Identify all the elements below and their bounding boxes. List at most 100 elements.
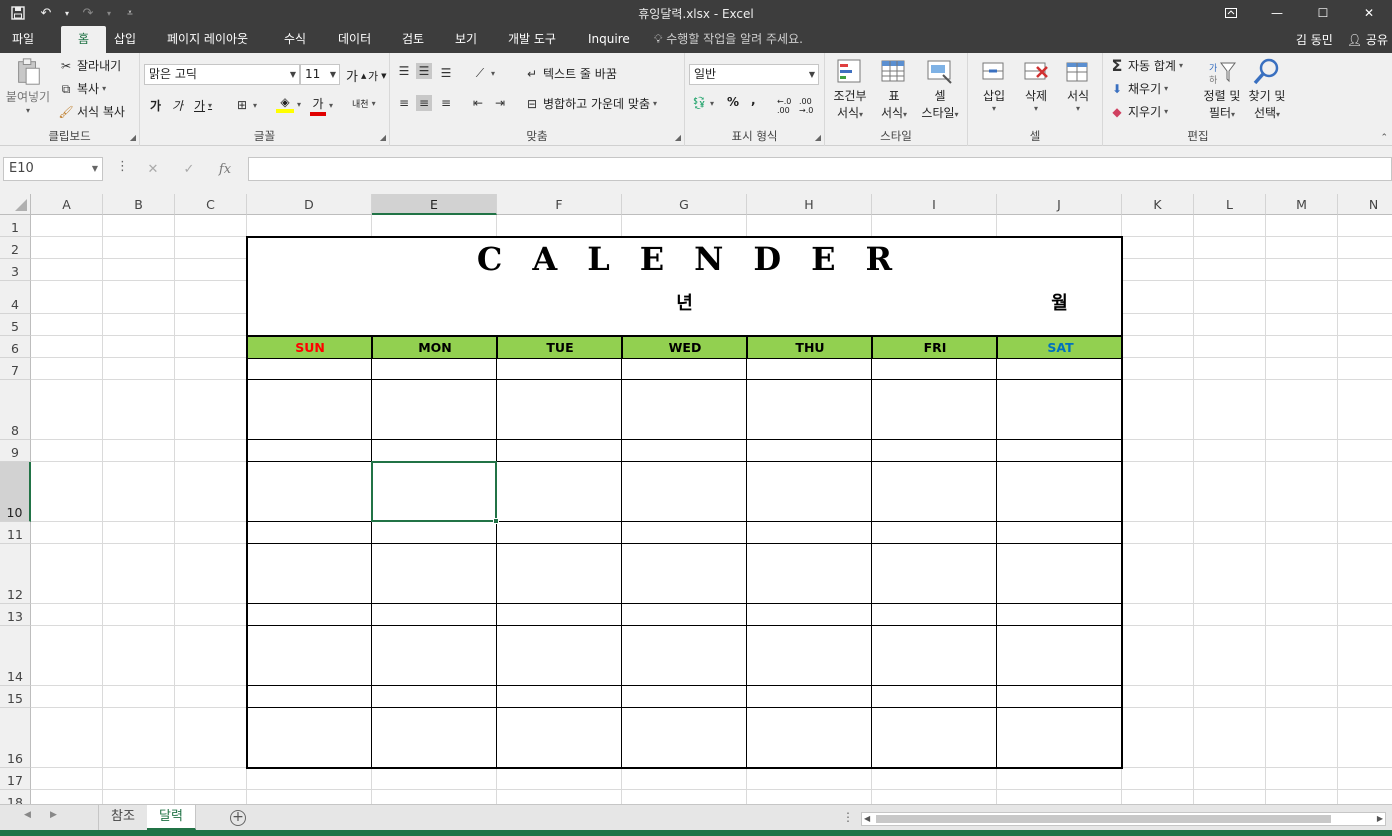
column-header[interactable]: B	[103, 194, 175, 215]
name-box[interactable]: E10 ▼	[3, 157, 103, 181]
column-header[interactable]: D	[247, 194, 372, 215]
fill-color-button[interactable]: ◈ ▾	[276, 95, 301, 113]
column-header[interactable]: N	[1338, 194, 1392, 215]
insert-function-icon[interactable]: fx	[207, 162, 243, 177]
grow-font-button[interactable]: 가 ▲	[346, 66, 366, 85]
tab-inquire[interactable]: Inquire	[580, 26, 638, 53]
percent-button[interactable]: %	[727, 95, 739, 109]
row-header[interactable]: 10	[0, 462, 31, 522]
sheet-tab-reference[interactable]: 참조	[98, 805, 148, 830]
row-header[interactable]: 4	[0, 281, 31, 314]
insert-cells-button[interactable]: 삽입 ▾	[976, 57, 1012, 113]
close-icon[interactable]: ✕	[1346, 0, 1392, 26]
autosum-button[interactable]: Σ 자동 합계 ▾	[1109, 57, 1183, 74]
wrap-text-button[interactable]: ↵ 텍스트 줄 바꿈	[524, 65, 617, 82]
bold-button[interactable]: 가	[150, 97, 161, 114]
cut-button[interactable]: ✂ 잘라내기	[58, 57, 121, 74]
cancel-icon[interactable]: ✕	[135, 162, 171, 177]
tab-developer[interactable]: 개발 도구	[500, 26, 564, 53]
tell-me-box[interactable]: 💡︎ 수행할 작업을 알려 주세요.	[654, 26, 803, 53]
row-header[interactable]: 17	[0, 768, 31, 790]
fill-button[interactable]: ⬇ 채우기 ▾	[1109, 80, 1168, 97]
accounting-format-button[interactable]: 💱︎ ▾	[691, 95, 714, 111]
column-header[interactable]: I	[872, 194, 997, 215]
horizontal-scrollbar[interactable]: ◀ ▶	[861, 812, 1386, 826]
scrollbar-thumb[interactable]	[876, 815, 1331, 823]
tab-formulas[interactable]: 수식	[276, 26, 314, 53]
paste-button[interactable]: 붙여넣기 ▾	[4, 57, 52, 115]
decrease-indent-button[interactable]: ⇤	[470, 95, 486, 111]
row-header[interactable]: 6	[0, 336, 31, 358]
column-header[interactable]: G	[622, 194, 747, 215]
split-handle-icon[interactable]: ⋮	[842, 810, 854, 824]
column-header[interactable]: H	[747, 194, 872, 215]
increase-indent-button[interactable]: ⇥	[492, 95, 508, 111]
column-header[interactable]: K	[1122, 194, 1194, 215]
increase-decimal-button[interactable]: ←.0.00	[777, 97, 791, 115]
tab-review[interactable]: 검토	[394, 26, 432, 53]
font-color-button[interactable]: 가 ▾	[310, 95, 333, 116]
next-sheet-icon[interactable]: ▶	[50, 810, 57, 820]
row-header[interactable]: 18	[0, 790, 31, 804]
maximize-icon[interactable]: ☐	[1300, 0, 1346, 26]
align-top-button[interactable]: ☰	[396, 63, 412, 79]
column-header[interactable]: A	[31, 194, 103, 215]
row-header[interactable]: 11	[0, 522, 31, 544]
ribbon-display-options-icon[interactable]	[1208, 0, 1254, 26]
copy-button[interactable]: ⧉ 복사 ▾	[58, 80, 106, 97]
row-header[interactable]: 8	[0, 380, 31, 440]
minimize-icon[interactable]: —	[1254, 0, 1300, 26]
row-header[interactable]: 12	[0, 544, 31, 604]
tab-view[interactable]: 보기	[447, 26, 485, 53]
row-header[interactable]: 15	[0, 686, 31, 708]
align-left-button[interactable]: ≡	[396, 95, 412, 111]
sort-filter-button[interactable]: 가하 정렬 및 필터▾	[1201, 57, 1243, 121]
format-painter-button[interactable]: 🖌︎ 서식 복사	[58, 103, 125, 120]
align-center-button[interactable]: ≡	[416, 95, 432, 111]
tab-insert[interactable]: 삽입	[106, 26, 144, 53]
row-header[interactable]: 16	[0, 708, 31, 768]
add-sheet-icon[interactable]: +	[230, 810, 246, 826]
phonetic-button[interactable]: 내천 ▾	[352, 97, 376, 110]
worksheet-grid[interactable]: A B C D E F G H I J K L M N 1 2 3 4 5 6 7 8 9 10 11 12 13 14 15 16 17 1…	[0, 194, 1392, 804]
user-name[interactable]: 김 동민	[1296, 31, 1333, 48]
font-launcher-icon[interactable]: ◢	[380, 133, 386, 142]
scroll-right-icon[interactable]: ▶	[1377, 813, 1383, 825]
orientation-button[interactable]: ⟋ ▾	[472, 65, 495, 81]
formula-input[interactable]	[248, 157, 1392, 181]
tab-file[interactable]: 파일	[4, 26, 42, 53]
merge-center-button[interactable]: ⊟ 병합하고 가운데 맞춤 ▾	[524, 95, 657, 112]
row-header[interactable]: 2	[0, 237, 31, 259]
font-size-combo[interactable]: 11 ▼	[300, 64, 340, 85]
row-header[interactable]: 13	[0, 604, 31, 626]
collapse-ribbon-icon[interactable]: ⌃	[1380, 133, 1388, 143]
column-header[interactable]: E	[372, 194, 497, 215]
select-all-button[interactable]	[0, 194, 31, 215]
prev-sheet-icon[interactable]: ◀	[24, 810, 31, 820]
underline-button[interactable]: 가 ▾	[194, 97, 212, 114]
column-header[interactable]: F	[497, 194, 622, 215]
column-header[interactable]: M	[1266, 194, 1338, 215]
format-as-table-button[interactable]: 표 서식▾	[875, 57, 913, 121]
enter-icon[interactable]: ✓	[171, 162, 207, 177]
number-launcher-icon[interactable]: ◢	[815, 133, 821, 142]
align-right-button[interactable]: ≡	[438, 95, 454, 111]
clipboard-launcher-icon[interactable]: ◢	[130, 133, 136, 142]
row-header[interactable]: 14	[0, 626, 31, 686]
sheet-tab-calendar[interactable]: 달력	[147, 805, 196, 830]
row-header[interactable]: 1	[0, 215, 31, 237]
align-middle-button[interactable]: ☰	[416, 63, 432, 79]
conditional-formatting-button[interactable]: 조건부 서식▾	[831, 57, 869, 121]
tab-home[interactable]: 홈	[61, 26, 107, 53]
alignment-launcher-icon[interactable]: ◢	[675, 133, 681, 142]
decrease-decimal-button[interactable]: .00 →.0	[799, 97, 813, 115]
clear-button[interactable]: ◆ 지우기 ▾	[1109, 103, 1168, 120]
comma-button[interactable]: ,	[751, 93, 756, 107]
cell-styles-button[interactable]: 셀 스타일▾	[915, 57, 965, 121]
more-options-icon[interactable]: ⋮	[116, 159, 129, 174]
row-header[interactable]: 5	[0, 314, 31, 336]
row-header[interactable]: 7	[0, 358, 31, 380]
column-header[interactable]: J	[997, 194, 1122, 215]
italic-button[interactable]: 가	[172, 97, 183, 114]
scroll-left-icon[interactable]: ◀	[864, 813, 870, 825]
